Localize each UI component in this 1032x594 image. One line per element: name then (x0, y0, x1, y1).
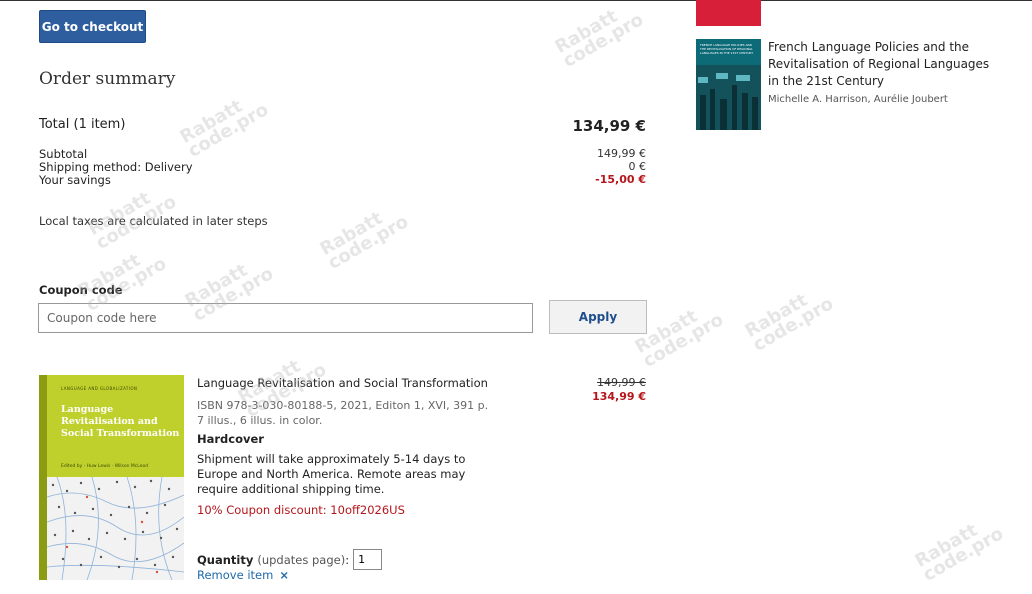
watermark-line1: Rabatt (741, 289, 812, 343)
watermark-logo: Rabatt code.pro (176, 88, 273, 162)
related-cover-art (696, 65, 761, 130)
cover-spine (39, 375, 47, 580)
item-coupon-discount: 10% Coupon discount: 10off2026US (197, 503, 405, 517)
quantity-note: (updates page) (257, 552, 346, 567)
savings-label: Your savings (39, 173, 111, 187)
related-book-cover[interactable]: FRENCH LANGUAGE POLICIES AND THE REVITAL… (696, 39, 761, 130)
watermark-line2: code.pro (749, 293, 838, 356)
top-border (0, 0, 1032, 1)
watermark-logo: Rabatt code.pro (316, 200, 413, 274)
watermark-line1: Rabatt (176, 95, 247, 149)
subtotal-value: 149,99 € (597, 147, 646, 160)
item-meta: ISBN 978-3-030-80188-5, 2021, Editon 1, … (197, 399, 489, 427)
subtotal-label: Subtotal (39, 147, 88, 161)
related-book-cover-partial[interactable] (696, 0, 761, 26)
item-discounted-price: 134,99 € (592, 390, 646, 403)
watermark-logo: Rabatt code.pro (741, 282, 838, 356)
watermark-line1: Rabatt (911, 519, 982, 573)
related-book-authors: Michelle A. Harrison, Aurélie Joubert (768, 94, 948, 105)
item-title[interactable]: Language Revitalisation and Social Trans… (197, 376, 488, 390)
taxes-note: Local taxes are calculated in later step… (39, 214, 268, 228)
savings-value: -15,00 € (595, 173, 646, 186)
related-book-title[interactable]: French Language Policies and the Revital… (768, 39, 998, 90)
watermark-logo: Rabatt code.pro (911, 512, 1008, 586)
shipping-value: 0 € (628, 160, 647, 173)
total-value: 134,99 € (572, 117, 646, 135)
quantity-colon: : (345, 552, 350, 567)
total-label: Total (1 item) (39, 117, 126, 132)
related-cover-text: FRENCH LANGUAGE POLICIES AND THE REVITAL… (700, 43, 754, 55)
watermark-line2: code.pro (559, 9, 648, 72)
watermark-line1: Rabatt (181, 259, 252, 313)
quantity-input[interactable] (353, 549, 383, 570)
watermark-logo: Rabatt code.pro (551, 0, 648, 72)
watermark-line1: Rabatt (84, 187, 155, 241)
cover-editors: Edited by · Huw Lewis · Wilson McLeod (61, 464, 149, 469)
close-icon: × (279, 568, 289, 582)
watermark-line2: code.pro (639, 309, 728, 372)
item-shipping-note: Shipment will take approximately 5-14 da… (197, 452, 466, 496)
watermark-line1: Rabatt (316, 207, 387, 261)
quantity-row: Quantity (updates page) : (197, 549, 383, 570)
watermark-line2: code.pro (184, 99, 273, 162)
watermark-line2: code.pro (324, 211, 413, 274)
quantity-label: Quantity (197, 552, 254, 567)
cover-title: Language Revitalisation and Social Trans… (61, 404, 180, 439)
item-format: Hardcover (197, 432, 264, 446)
watermark-line1: Rabatt (551, 5, 622, 59)
coupon-code-input[interactable] (38, 303, 533, 333)
book-cover-image[interactable]: LANGUAGE AND GLOBALIZATION Language Revi… (39, 375, 184, 580)
shipping-method-label: Shipping method: Delivery (39, 160, 193, 174)
remove-item-link[interactable]: Remove item × (197, 568, 289, 582)
order-summary-title: Order summary (39, 69, 176, 89)
go-to-checkout-button[interactable]: Go to checkout (39, 10, 146, 43)
coupon-code-label: Coupon code (39, 283, 123, 297)
apply-coupon-button[interactable]: Apply (549, 300, 647, 334)
cover-series: LANGUAGE AND GLOBALIZATION (61, 386, 138, 391)
remove-item-label: Remove item (197, 568, 274, 582)
watermark-line2: code.pro (919, 523, 1008, 586)
cover-network-art (47, 477, 184, 580)
item-original-price: 149,99 € (597, 376, 646, 389)
